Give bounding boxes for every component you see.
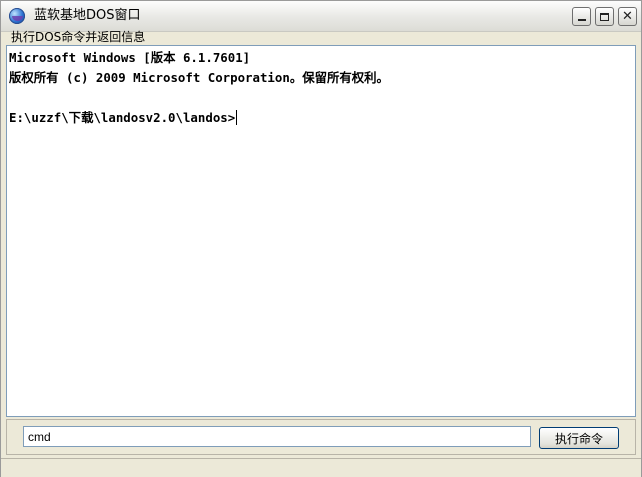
maximize-icon	[600, 12, 609, 21]
close-icon: ✕	[622, 9, 633, 24]
execute-command-button[interactable]: 执行命令	[539, 427, 619, 449]
close-button[interactable]: ✕	[618, 7, 637, 26]
window-title: 蓝软基地DOS窗口	[34, 8, 141, 23]
minimize-button[interactable]	[572, 7, 591, 26]
console-prompt-line: E:\uzzf\下载\landosv2.0\landos>	[9, 110, 238, 126]
minimize-icon	[577, 19, 586, 21]
console-line: 版权所有 (c) 2009 Microsoft Corporation。保留所有…	[9, 70, 389, 85]
maximize-button[interactable]	[595, 7, 614, 26]
console-line: Microsoft Windows [版本 6.1.7601]	[9, 50, 251, 65]
dos-window: 蓝软基地DOS窗口 ✕ 执行DOS命令并返回信息 Microsoft Windo…	[0, 0, 642, 477]
output-label: 执行DOS命令并返回信息	[11, 30, 146, 44]
command-input[interactable]	[23, 426, 531, 447]
console-output[interactable]: Microsoft Windows [版本 6.1.7601] 版权所有 (c)…	[6, 45, 636, 417]
globe-icon	[9, 8, 25, 24]
console-prompt: E:\uzzf\下载\landosv2.0\landos>	[9, 110, 236, 125]
text-caret	[236, 110, 238, 125]
status-bar	[1, 458, 641, 477]
title-bar[interactable]: 蓝软基地DOS窗口 ✕	[1, 1, 641, 32]
